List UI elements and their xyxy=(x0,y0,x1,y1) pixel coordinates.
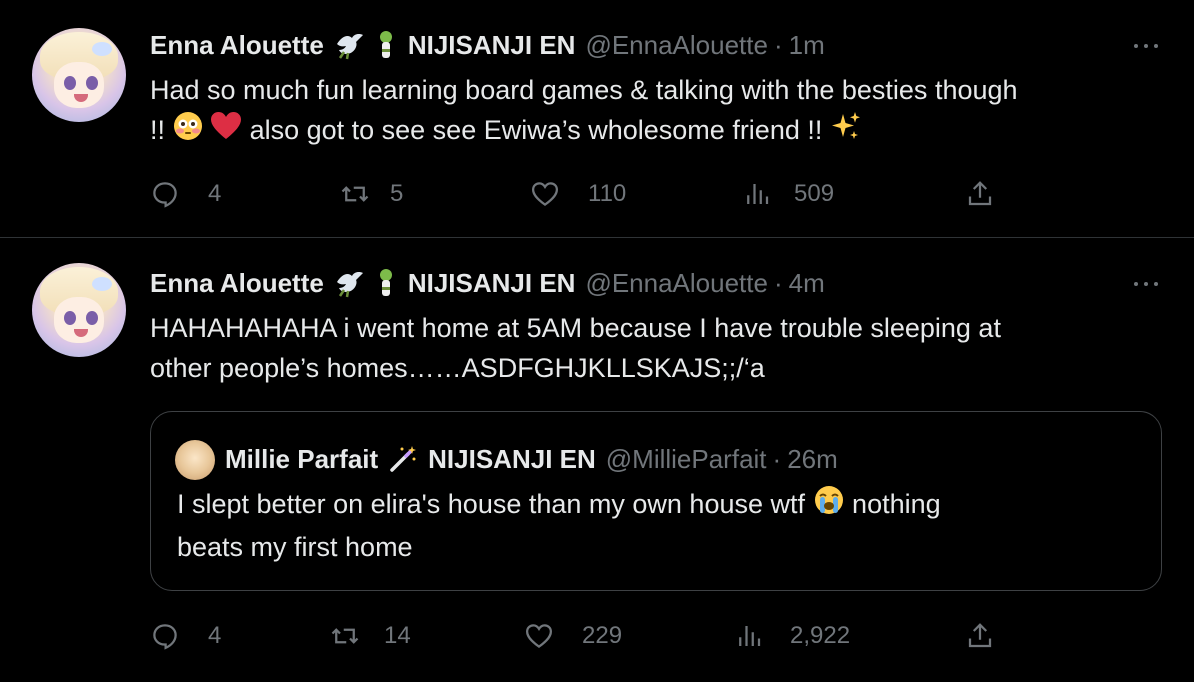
tweet-text: Had so much fun learning board games & t… xyxy=(150,70,1160,153)
magic-wand-icon xyxy=(388,444,418,474)
author-handle[interactable]: @EnnaAlouette xyxy=(585,30,768,61)
author-avatar[interactable] xyxy=(32,263,126,357)
more-options-icon[interactable] xyxy=(1134,278,1158,290)
author-avatar[interactable] xyxy=(32,28,126,122)
separator: · xyxy=(773,267,783,298)
flushed-face-emoji xyxy=(173,111,203,152)
penlight-icon xyxy=(376,268,396,298)
quoted-author-avatar[interactable] xyxy=(175,440,215,480)
quoted-text-fragment: nothing xyxy=(852,489,941,519)
quoted-text-line: beats my first home xyxy=(177,532,413,563)
author-name[interactable]: Enna Alouette xyxy=(150,30,324,61)
tweet-header: Enna Alouette NIJISANJI EN @EnnaAlouette… xyxy=(150,268,825,298)
sparkles-emoji xyxy=(830,110,862,153)
tweet-timestamp[interactable]: 1m xyxy=(789,30,825,61)
dove-icon xyxy=(334,30,366,60)
like-button[interactable]: 110 xyxy=(530,174,626,214)
reply-count: 4 xyxy=(208,180,222,207)
tweet-actions: 4 5 110 509 xyxy=(150,174,1010,214)
tweet[interactable]: Enna Alouette NIJISANJI EN @EnnaAlouette… xyxy=(0,0,1194,238)
dove-icon xyxy=(334,268,366,298)
author-handle[interactable]: @EnnaAlouette xyxy=(585,268,768,299)
retweet-icon xyxy=(331,628,359,644)
like-count: 110 xyxy=(588,180,627,207)
retweet-icon xyxy=(341,186,369,202)
separator: · xyxy=(773,29,783,60)
tweet-header: Enna Alouette NIJISANJI EN @EnnaAlouette… xyxy=(150,30,825,60)
loudly-crying-face-emoji xyxy=(813,484,845,527)
retweet-button[interactable]: 14 xyxy=(330,616,411,656)
tweet-actions: 4 14 229 2,922 xyxy=(150,616,1010,656)
tweet-text-line: !! also got to see see Ewiwa’s wholesome… xyxy=(150,110,1160,153)
reply-count: 4 xyxy=(208,622,222,649)
views-button[interactable]: 509 xyxy=(742,174,834,214)
red-heart-emoji xyxy=(210,111,242,152)
like-count: 229 xyxy=(582,622,623,649)
tweet-text: HAHAHAHAHA i went home at 5AM because I … xyxy=(150,308,1160,388)
retweet-count: 5 xyxy=(390,180,404,207)
retweet-button[interactable]: 5 xyxy=(340,174,403,214)
more-options-icon[interactable] xyxy=(1134,40,1158,52)
views-button[interactable]: 2,922 xyxy=(734,616,850,656)
org-label: NIJISANJI EN xyxy=(407,29,576,60)
heart-icon xyxy=(531,182,559,207)
quoted-author-name[interactable]: Millie Parfait xyxy=(225,444,378,475)
tweet-text-line: other people’s homes……ASDFGHJKLLSKAJS;;/… xyxy=(150,353,765,383)
org-label: NIJISANJI EN xyxy=(407,267,576,298)
penlight-icon xyxy=(376,30,396,60)
quoted-tweet-header: Millie Parfait NIJISANJI EN @MillieParfa… xyxy=(225,442,838,476)
quoted-text-line: I slept better on elira's house than my … xyxy=(177,484,1127,527)
retweet-count: 14 xyxy=(384,622,411,649)
share-icon xyxy=(968,181,992,206)
tweet-timestamp[interactable]: 4m xyxy=(789,268,825,299)
quoted-tweet[interactable]: Millie Parfait NIJISANJI EN @MillieParfa… xyxy=(150,411,1162,591)
quoted-tweet-text: I slept better on elira's house than my … xyxy=(177,484,1127,567)
like-button[interactable]: 229 xyxy=(524,616,622,656)
tweet-text-line: Had so much fun learning board games & t… xyxy=(150,75,1018,105)
share-icon xyxy=(968,623,992,648)
share-button[interactable] xyxy=(965,616,995,656)
analytics-icon xyxy=(747,184,769,204)
quoted-author-handle[interactable]: @MillieParfait xyxy=(606,444,767,475)
tweet[interactable]: Enna Alouette NIJISANJI EN @EnnaAlouette… xyxy=(0,239,1194,682)
analytics-icon xyxy=(739,626,761,646)
heart-icon xyxy=(525,624,553,649)
reply-icon xyxy=(153,182,177,208)
share-button[interactable] xyxy=(965,174,995,214)
separator: · xyxy=(772,443,782,474)
reply-button[interactable]: 4 xyxy=(150,616,221,656)
tweet-text-fragment: also got to see see Ewiwa’s wholesome fr… xyxy=(249,115,823,145)
view-count: 509 xyxy=(794,180,835,207)
view-count: 2,922 xyxy=(790,622,851,649)
tweet-text-line: HAHAHAHAHA i went home at 5AM because I … xyxy=(150,313,1001,343)
reply-icon xyxy=(153,624,177,650)
tweet-text-fragment: !! xyxy=(150,115,166,145)
reply-button[interactable]: 4 xyxy=(150,174,221,214)
quoted-tweet-timestamp[interactable]: 26m xyxy=(787,444,838,475)
quoted-text-fragment: I slept better on elira's house than my … xyxy=(177,489,806,519)
quoted-org-label: NIJISANJI EN xyxy=(428,443,596,474)
author-name[interactable]: Enna Alouette xyxy=(150,268,324,299)
